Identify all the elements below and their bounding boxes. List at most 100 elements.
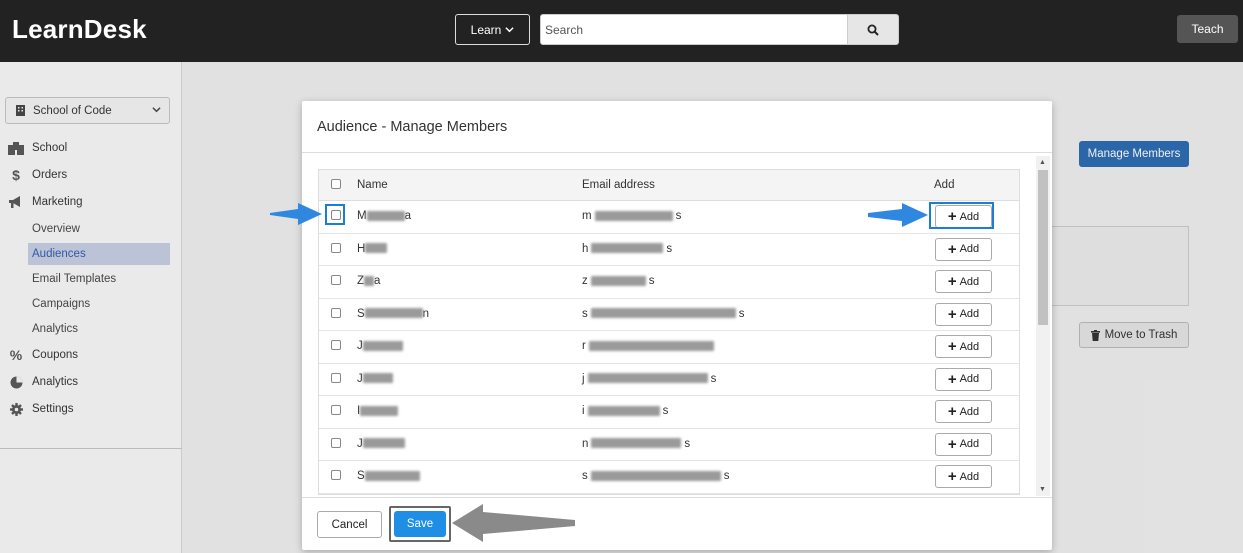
member-email: ss xyxy=(582,308,745,320)
sidebar-item-school[interactable]: School xyxy=(8,139,67,157)
member-name: H xyxy=(357,242,388,255)
table-header: Name Email address Add xyxy=(319,170,1019,201)
member-name: J xyxy=(357,340,403,352)
member-checkbox[interactable] xyxy=(331,405,341,415)
add-member-button[interactable]: + Add xyxy=(935,302,992,326)
sidebar-item-orders[interactable]: $ Orders xyxy=(8,166,67,184)
add-member-button[interactable]: + Add xyxy=(935,335,992,358)
scrollbar-thumb[interactable] xyxy=(1038,170,1048,325)
member-name-initial: M xyxy=(357,210,367,222)
member-name: Za xyxy=(357,275,380,287)
add-member-button[interactable]: + Add xyxy=(935,367,992,391)
sidebar-subitem-analytics[interactable]: Analytics xyxy=(32,323,78,335)
sidebar-item-analytics[interactable]: Analytics xyxy=(8,373,78,391)
member-email-tail: s xyxy=(662,405,669,417)
add-label: Add xyxy=(959,340,980,353)
add-member-button[interactable]: + Add xyxy=(935,432,992,456)
redacted-text xyxy=(590,275,646,286)
scroll-down-icon[interactable]: ▼ xyxy=(1039,486,1046,493)
scroll-up-icon[interactable]: ▲ xyxy=(1039,159,1046,166)
member-email: ss xyxy=(582,470,730,482)
member-checkbox[interactable] xyxy=(331,437,341,448)
member-email: ms xyxy=(582,210,681,222)
redacted-text xyxy=(366,210,405,221)
sidebar-subitem-campaigns[interactable]: Campaigns xyxy=(32,298,90,310)
school-select-label: School of Code xyxy=(33,104,112,117)
members-table: Name Email address Add Ma m s + Add Hh s + Add Za… xyxy=(318,169,1020,495)
school-select[interactable]: School of Code xyxy=(5,97,170,124)
member-checkbox[interactable] xyxy=(331,275,341,285)
member-email-initial: z xyxy=(582,275,588,287)
plus-icon: + xyxy=(947,273,957,290)
redacted-text xyxy=(588,340,714,351)
table-row: Jn s + Add xyxy=(319,429,1019,461)
member-email-initial: h xyxy=(582,242,589,255)
add-member-button[interactable]: + Add xyxy=(935,465,992,488)
table-row: Ii s + Add xyxy=(319,396,1019,429)
member-checkbox[interactable] xyxy=(331,372,341,383)
member-name-tail: a xyxy=(404,210,411,222)
redacted-text xyxy=(591,438,682,449)
member-checkbox[interactable] xyxy=(331,307,341,318)
member-email: hs xyxy=(582,243,672,255)
building-icon xyxy=(8,141,24,155)
sidebar-item-coupons[interactable]: % Coupons xyxy=(8,346,78,364)
sidebar-divider xyxy=(0,448,182,449)
teach-button[interactable]: Teach xyxy=(1177,15,1238,43)
add-label: Add xyxy=(959,308,980,320)
search-button[interactable] xyxy=(847,14,899,45)
cancel-button[interactable]: Cancel xyxy=(317,511,382,538)
pie-chart-icon xyxy=(8,376,24,389)
search-input[interactable]: Search xyxy=(540,14,848,45)
learn-label: Learn xyxy=(470,22,502,37)
table-row: Ss s + Add xyxy=(319,461,1019,494)
member-email-tail: s xyxy=(648,275,655,287)
sidebar-subitem-overview[interactable]: Overview xyxy=(32,223,80,235)
member-name-initial: Z xyxy=(357,275,365,287)
sidebar-item-settings[interactable]: Settings xyxy=(8,400,74,418)
member-email-initial: m xyxy=(582,210,592,222)
redacted-text xyxy=(362,438,405,449)
table-row: Sn s s + Add xyxy=(319,299,1019,331)
add-member-button[interactable]: + Add xyxy=(935,270,992,293)
save-button[interactable]: Save xyxy=(394,511,446,537)
building-icon xyxy=(16,105,25,116)
logo[interactable]: LearnDesk xyxy=(12,14,147,45)
add-button-highlight xyxy=(929,202,994,229)
redacted-text xyxy=(364,308,423,319)
search-placeholder: Search xyxy=(545,22,584,37)
percent-icon: % xyxy=(9,347,23,363)
table-row: Za z s + Add xyxy=(319,266,1019,299)
redacted-text xyxy=(365,243,388,254)
add-label: Add xyxy=(959,275,980,288)
plus-icon: + xyxy=(947,305,957,323)
member-email-tail: s xyxy=(710,372,717,385)
sidebar-item-marketing[interactable]: Marketing xyxy=(8,193,83,211)
chevron-down-icon xyxy=(505,27,514,33)
add-member-button[interactable]: + Add xyxy=(935,400,992,423)
select-all-checkbox[interactable] xyxy=(331,179,341,189)
member-email: is xyxy=(582,405,668,417)
sidebar: School of Code School $ Orders Marketing… xyxy=(0,62,182,553)
add-label: Add xyxy=(959,373,980,385)
member-email-tail: s xyxy=(675,210,682,222)
member-email-tail: s xyxy=(723,470,730,482)
learn-dropdown-button[interactable]: Learn xyxy=(455,14,530,45)
table-row: Jr + Add xyxy=(319,331,1019,364)
member-name-initial: H xyxy=(357,242,366,255)
member-checkbox[interactable] xyxy=(331,242,341,253)
sidebar-subitem-audiences[interactable]: Audiences xyxy=(32,248,86,260)
member-checkbox[interactable] xyxy=(331,340,341,350)
modal-scrollbar[interactable]: ▲ ▼ xyxy=(1036,156,1050,496)
member-checkbox[interactable] xyxy=(331,470,341,480)
column-header-name: Name xyxy=(357,179,388,191)
plus-icon: + xyxy=(947,370,957,388)
table-row: Ma m s + Add xyxy=(319,201,1019,234)
member-name: J xyxy=(357,438,405,450)
redacted-text xyxy=(587,405,660,416)
redacted-text xyxy=(590,308,736,319)
add-member-button[interactable]: + Add xyxy=(935,237,992,261)
member-email-tail: s xyxy=(684,437,691,450)
sidebar-subitem-email-templates[interactable]: Email Templates xyxy=(32,273,116,285)
plus-icon: + xyxy=(947,338,957,355)
